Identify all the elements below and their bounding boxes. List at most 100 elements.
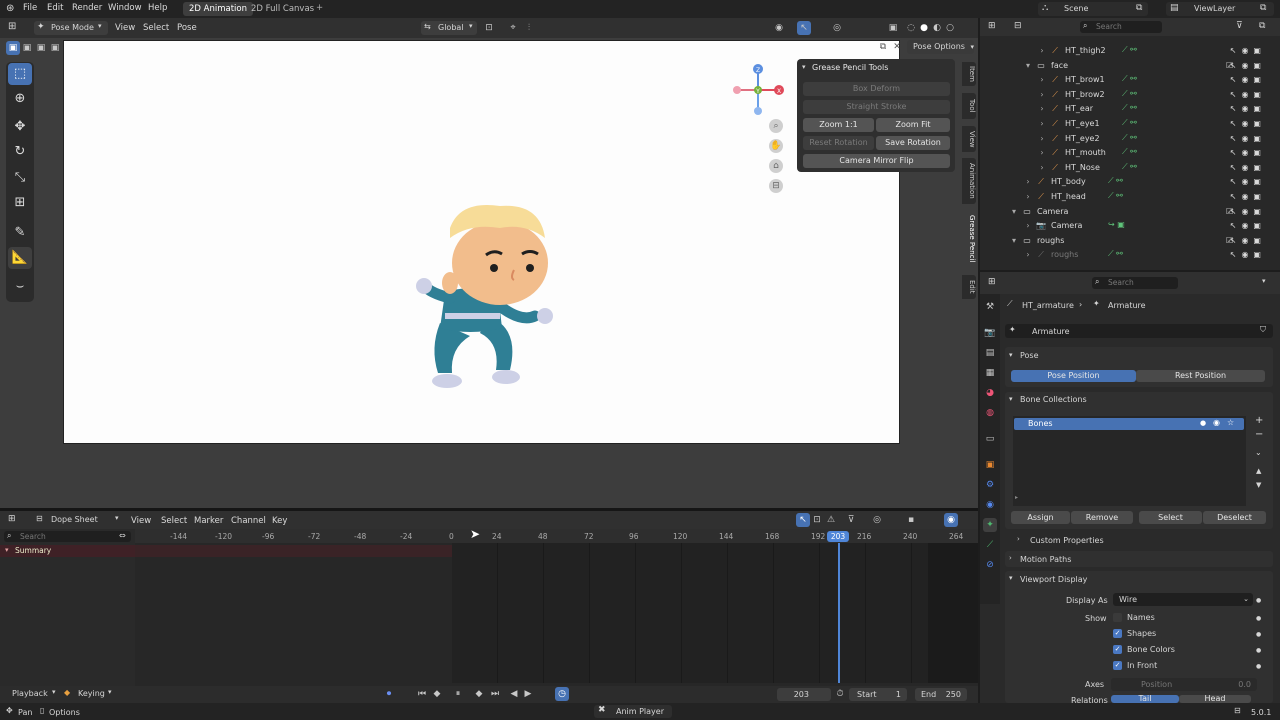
armature-data-icon[interactable]: ✦ xyxy=(983,518,997,532)
viewport-menu-select[interactable]: Select xyxy=(143,23,169,33)
bone-data-icon[interactable]: ⟋ ⚯ xyxy=(1108,249,1123,259)
outliner-row[interactable]: › ⟋ HT_Nose ⟋ ⚯ ↖◉▣ xyxy=(990,161,1278,175)
animate-property-icon[interactable]: ● xyxy=(1256,631,1261,638)
tab-2d-full-canvas[interactable]: 2D Full Canvas xyxy=(245,2,320,16)
straight-stroke-button[interactable]: Straight Stroke xyxy=(803,100,950,114)
new-collection-icon[interactable]: ⧉ xyxy=(1259,21,1265,31)
dopesheet-editor-icon[interactable]: ⊞ xyxy=(8,514,16,524)
close-icon[interactable]: ✕ xyxy=(890,40,904,54)
keying-menu[interactable]: ◆ Keying ▾ xyxy=(62,688,118,701)
sidebar-tab-view[interactable]: View xyxy=(962,126,976,152)
expand-icon[interactable]: ▾ xyxy=(1009,236,1019,246)
show-hidden-icon[interactable]: ⊡ xyxy=(810,513,824,527)
move-down-icon[interactable]: ▼ xyxy=(1256,481,1261,489)
move-up-icon[interactable]: ▲ xyxy=(1256,467,1261,475)
bone-constraint-icon[interactable]: ⊘ xyxy=(983,558,997,572)
properties-editor-icon[interactable]: ⊞ xyxy=(988,277,996,287)
bone-tool-icon[interactable]: ⌣ xyxy=(8,276,32,298)
star-icon[interactable]: ☆ xyxy=(1227,418,1234,427)
scale-tool-icon[interactable]: ⤡ xyxy=(8,167,32,189)
solo-dot-icon[interactable]: ● xyxy=(1200,419,1206,427)
expand-icon[interactable]: › xyxy=(1037,134,1047,144)
bone-data-icon[interactable]: ⟋ ⚯ xyxy=(1108,176,1123,186)
jump-start-icon[interactable]: ⏮ xyxy=(415,687,429,701)
eye-icon[interactable]: ◉ xyxy=(1213,418,1220,427)
next-keyframe-icon[interactable]: ◆ xyxy=(472,687,486,701)
zoom-fit-button[interactable]: Zoom Fit xyxy=(876,118,950,132)
filter-icon[interactable]: ⊽ xyxy=(844,513,858,527)
motion-paths-panel[interactable]: › Motion Paths xyxy=(1005,551,1273,567)
shading-material-icon[interactable]: ◐ xyxy=(930,21,944,35)
xray-icon[interactable]: ▣ xyxy=(886,21,900,35)
outliner-row[interactable]: › ⟋ HT_eye1 ⟋ ⚯ ↖◉▣ xyxy=(990,117,1278,131)
menu-render[interactable]: Render xyxy=(72,3,102,13)
zoom-11-button[interactable]: Zoom 1:1 xyxy=(803,118,874,132)
outliner-row[interactable]: › ⟋ HT_brow2 ⟋ ⚯ ↖◉▣ xyxy=(990,88,1278,102)
menu-help[interactable]: Help xyxy=(148,3,167,13)
animate-property-icon[interactable]: ● xyxy=(1256,615,1261,622)
menu-window[interactable]: Window xyxy=(108,3,142,13)
chevron-down-icon[interactable]: ▾ xyxy=(1262,277,1266,285)
save-rotation-button[interactable]: Save Rotation xyxy=(876,136,950,150)
editor-type-icon[interactable]: ⊞ xyxy=(8,21,16,32)
dopesheet-menu-marker[interactable]: Marker xyxy=(194,516,223,526)
rotate-tool-icon[interactable]: ↻ xyxy=(8,141,32,163)
custom-properties-subpanel[interactable]: › Custom Properties xyxy=(1015,533,1265,547)
expand-icon[interactable]: ▾ xyxy=(1023,61,1033,71)
prev-frame-icon[interactable]: ◀ xyxy=(507,687,521,701)
dopesheet-menu-key[interactable]: Key xyxy=(272,516,287,526)
axes-position-field[interactable]: Position 0.0 xyxy=(1111,678,1257,691)
relation-tail-button[interactable]: Tail xyxy=(1111,695,1179,703)
outliner-row[interactable]: › ⟋ HT_thigh2 ⟋ ⚯ ↖◉▣ xyxy=(990,44,1278,58)
orientation-selector[interactable]: ⇆ Global ▾ xyxy=(421,21,477,35)
current-frame-badge[interactable]: 203 xyxy=(827,531,849,542)
menu-edit[interactable]: Edit xyxy=(47,3,63,13)
scene-properties-icon[interactable]: ◕ xyxy=(983,386,997,400)
animate-property-icon[interactable]: ● xyxy=(1256,663,1261,670)
select-invert-icon[interactable]: ▣ xyxy=(48,41,62,55)
visibility-toggles-icon[interactable]: ↖◉▣ xyxy=(1230,221,1266,230)
expand-icon[interactable]: ▾ xyxy=(1009,351,1013,359)
measure-tool-icon[interactable]: 📐 xyxy=(8,247,32,269)
dopesheet-menu-channel[interactable]: Channel xyxy=(231,516,266,526)
sidebar-tab-tool[interactable]: Tool xyxy=(962,93,976,119)
physics-properties-icon[interactable]: ◉ xyxy=(983,498,997,512)
bone-data-icon[interactable]: ⟋ ⚯ xyxy=(1122,147,1137,157)
snap-target-icon[interactable]: ⫶ xyxy=(522,21,536,35)
deselect-button[interactable]: Deselect xyxy=(1203,511,1266,524)
next-frame-icon[interactable]: ▶ xyxy=(521,687,535,701)
new-scene-icon[interactable]: ⧉ xyxy=(1136,3,1142,13)
visibility-toggles-icon[interactable]: ↖◉▣ xyxy=(1230,90,1266,99)
playhead[interactable] xyxy=(838,543,840,683)
shading-solid-icon[interactable]: ● xyxy=(917,21,931,35)
dopesheet-mode-selector[interactable]: ⊟ Dope Sheet ▾ xyxy=(33,513,123,527)
menu-file[interactable]: File xyxy=(23,3,37,13)
new-view-layer-icon[interactable]: ⧉ xyxy=(1260,3,1266,13)
overlays-icon[interactable]: ◉ xyxy=(944,513,958,527)
camera-view-icon[interactable]: ⌂ xyxy=(769,159,783,173)
tool-properties-icon[interactable]: ⚒ xyxy=(983,300,997,314)
outliner-row[interactable]: ▾ ▭ Camera ☑ ↖◉▣ xyxy=(990,205,1278,219)
assign-button[interactable]: Assign xyxy=(1011,511,1070,524)
properties-search-input[interactable]: ⌕ Search xyxy=(1092,277,1178,289)
anim-player-job[interactable]: ✖ Anim Player xyxy=(594,705,672,718)
animate-property-icon[interactable]: ● xyxy=(1256,597,1261,604)
modifier-properties-icon[interactable]: ⚙ xyxy=(983,478,997,492)
select-new-icon[interactable]: ▣ xyxy=(6,41,20,55)
bone-properties-icon[interactable]: ⟋ xyxy=(983,538,997,552)
expand-icon[interactable]: ▾ xyxy=(1009,207,1019,217)
dopesheet-menu-select[interactable]: Select xyxy=(161,516,187,526)
relation-head-button[interactable]: Head xyxy=(1179,695,1251,703)
expand-icon[interactable]: › xyxy=(1023,177,1033,187)
sidebar-tab-grease-pencil[interactable]: Grease Pencil xyxy=(962,210,976,268)
bone-data-icon[interactable]: ⟋ ⚯ xyxy=(1122,45,1137,55)
in-front-checkbox[interactable]: ✓ In Front xyxy=(1113,661,1157,670)
cancel-job-icon[interactable]: ✖ xyxy=(598,705,606,715)
sidebar-tab-item[interactable]: Item xyxy=(962,62,976,86)
outliner-row[interactable]: › ⟋ HT_mouth ⟋ ⚯ ↖◉▣ xyxy=(990,146,1278,160)
shading-rendered-icon[interactable]: ○ xyxy=(943,21,957,35)
expand-icon[interactable]: ▾ xyxy=(5,546,9,554)
viewport-menu-view[interactable]: View xyxy=(115,23,135,33)
start-frame-field[interactable]: Start 1 xyxy=(849,688,907,701)
bone-colors-checkbox[interactable]: ✓ Bone Colors xyxy=(1113,645,1175,654)
